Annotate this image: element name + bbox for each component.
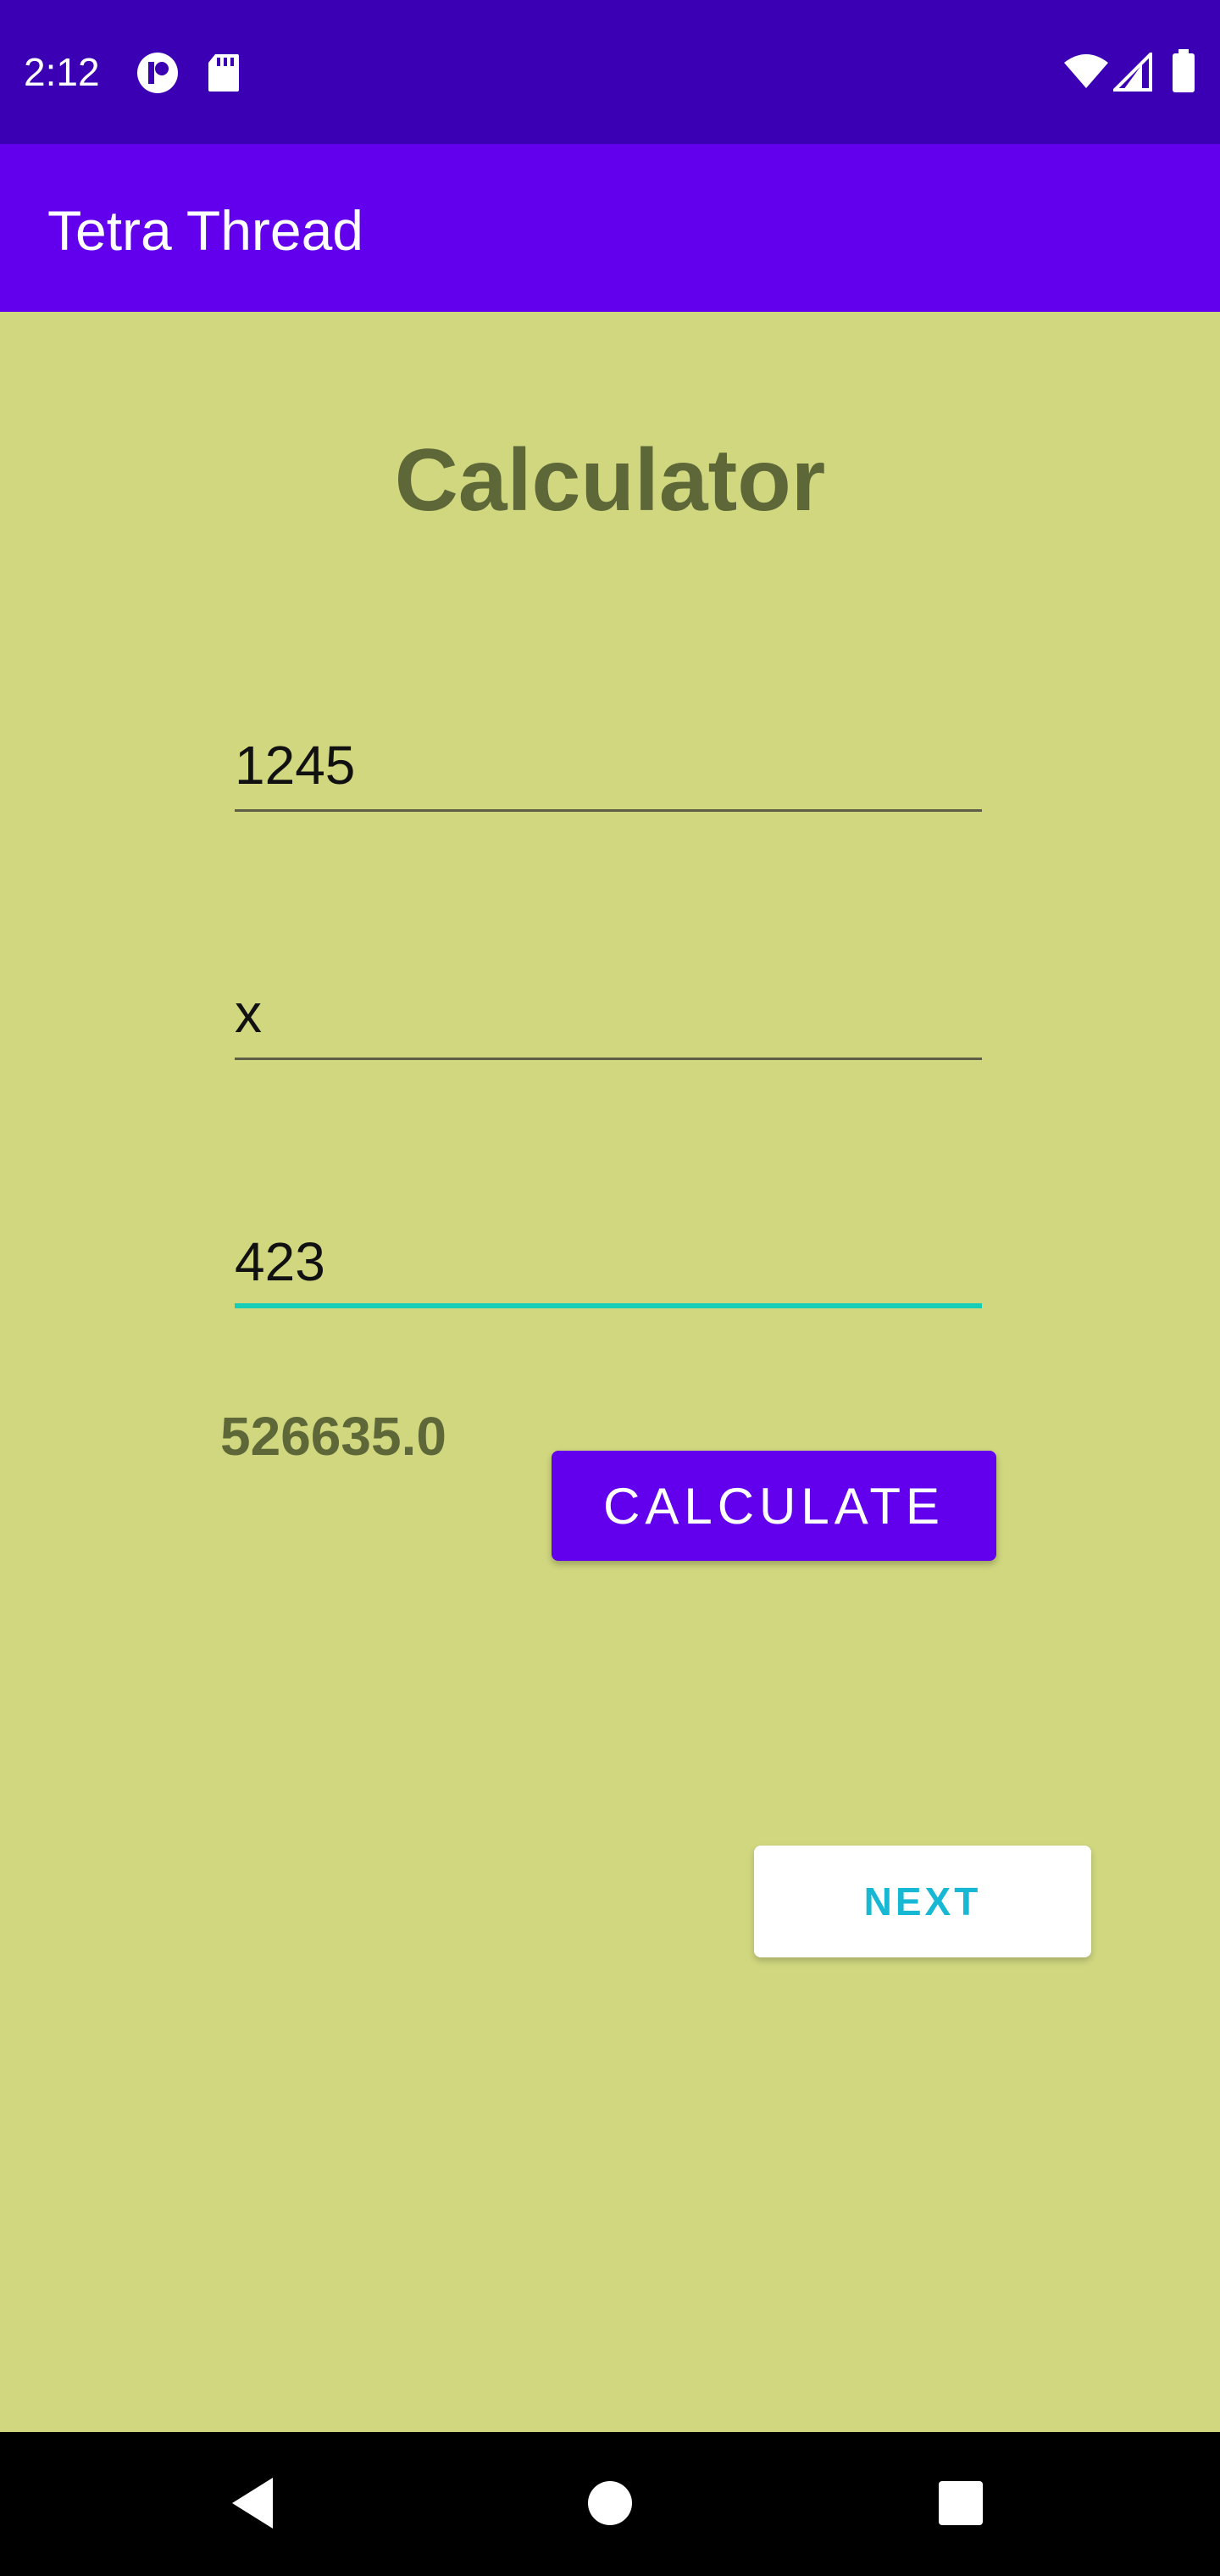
page-title: Calculator	[394, 431, 826, 530]
status-time: 2:12	[24, 50, 100, 94]
result-text: 526635.0	[220, 1406, 446, 1467]
status-bar: 2:12	[0, 0, 1220, 144]
operator-field[interactable]	[235, 958, 982, 1060]
operator-input[interactable]	[235, 958, 982, 1060]
app-bar: Tetra Thread	[0, 144, 1220, 312]
home-icon[interactable]	[586, 2479, 634, 2531]
second-number-input[interactable]	[235, 1207, 982, 1308]
next-button[interactable]: NEXT	[754, 1846, 1091, 1957]
cell-signal-icon	[1111, 50, 1152, 96]
calculate-button[interactable]: CALCULATE	[552, 1451, 996, 1561]
app-notification-icon	[136, 51, 180, 99]
second-number-field[interactable]	[235, 1207, 982, 1308]
main-content: Calculator 526635.0	[0, 312, 1220, 2432]
back-icon[interactable]	[227, 2473, 278, 2538]
wifi-icon	[1062, 53, 1110, 94]
first-number-field[interactable]	[235, 710, 982, 812]
app-title: Tetra Thread	[47, 199, 363, 262]
battery-icon	[1171, 49, 1196, 97]
field-underline	[235, 1058, 982, 1060]
sd-card-icon	[207, 53, 241, 97]
field-underline	[235, 809, 982, 812]
field-underline-focused	[235, 1303, 982, 1308]
navigation-bar	[0, 2432, 1220, 2576]
recents-icon[interactable]	[937, 2479, 984, 2531]
first-number-input[interactable]	[235, 710, 982, 812]
